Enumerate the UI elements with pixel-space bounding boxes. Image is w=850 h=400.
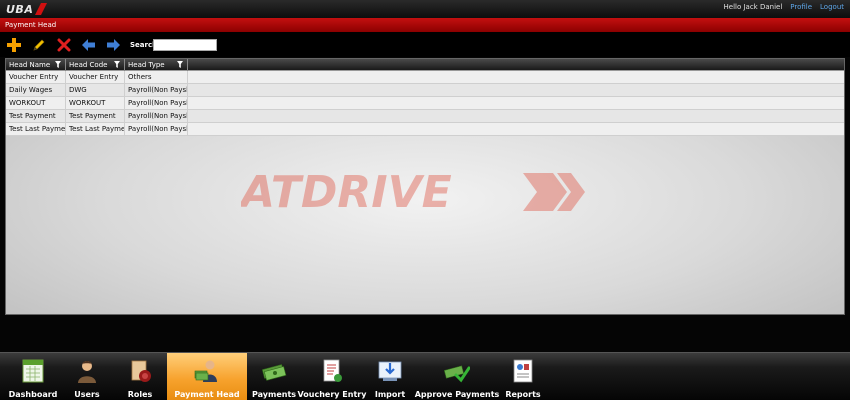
filter-icon[interactable] (55, 61, 61, 68)
dock-label-users: Users (74, 390, 100, 399)
add-icon (7, 38, 21, 52)
logo-text: UBA (6, 2, 34, 16)
dock-label-approve-payments: Approve Payments (414, 390, 500, 399)
payments-icon (261, 364, 287, 381)
edit-button[interactable] (31, 37, 47, 53)
table-row[interactable]: WORKOUT WORKOUT Payroll(Non Payslip) (6, 97, 844, 110)
dock-item-dashboard[interactable]: Dashboard (5, 353, 61, 400)
page-title: Payment Head (5, 21, 57, 29)
dock-item-roles[interactable]: Roles (113, 353, 167, 400)
column-head-name[interactable]: Head Name (6, 59, 66, 71)
table-row[interactable]: Daily Wages DWG Payroll(Non Payslip) (6, 84, 844, 97)
cell-head-name: Test Last Payment (6, 123, 66, 136)
dock-label-dashboard: Dashboard (8, 390, 58, 399)
dock-item-users[interactable]: Users (61, 353, 113, 400)
cell-head-code: DWG (66, 84, 125, 97)
bottom-dock: Dashboard Users Roles Payment Head Payme… (0, 352, 850, 400)
roles-icon (131, 360, 151, 382)
table-row[interactable]: Test Last Payment Test Last Payment Payr… (6, 123, 844, 136)
dock-item-payments[interactable]: Payments (249, 353, 299, 400)
dock-item-approve-payments[interactable]: Approve Payments (415, 353, 499, 400)
dock-label-vouchery-entry: Vouchery Entry (297, 390, 367, 399)
cell-head-type: Payroll(Non Payslip) (125, 84, 188, 97)
cell-head-name: Daily Wages (6, 84, 66, 97)
logout-link[interactable]: Logout (820, 3, 844, 11)
cell-head-type: Payroll(Non Payslip) (125, 123, 188, 136)
table-row[interactable]: Voucher Entry Voucher Entry Others (6, 71, 844, 84)
cell-head-code: WORKOUT (66, 97, 125, 110)
back-arrow-icon (82, 39, 95, 51)
atdrive-watermark: ATDRIVE (241, 167, 585, 217)
dock-item-import[interactable]: Import (365, 353, 415, 400)
greeting-text: Hello Jack Daniel (723, 3, 783, 11)
column-head-type[interactable]: Head Type (125, 59, 188, 71)
top-bar: UBA Hello Jack Daniel Profile Logout (0, 0, 850, 18)
cell-head-name: Test Payment (6, 110, 66, 123)
delete-icon (57, 38, 71, 52)
table-row[interactable]: Test Payment Test Payment Payroll(Non Pa… (6, 110, 844, 123)
cell-head-code: Voucher Entry (66, 71, 125, 84)
cell-head-type: Payroll(Non Payslip) (125, 97, 188, 110)
column-head-code-label: Head Code (69, 61, 108, 69)
search-input[interactable] (153, 39, 217, 51)
dock-item-reports[interactable]: Reports (499, 353, 547, 400)
add-button[interactable] (6, 37, 22, 53)
column-head-type-label: Head Type (128, 61, 165, 69)
page-title-bar: Payment Head (0, 18, 850, 32)
filter-icon[interactable] (114, 61, 120, 68)
toolbar: Search (0, 32, 850, 57)
reports-icon (513, 359, 533, 383)
dock-label-payment-head: Payment Head (174, 390, 240, 399)
user-area: Hello Jack Daniel Profile Logout (724, 3, 845, 11)
payment-head-icon (194, 360, 217, 382)
cell-head-name: Voucher Entry (6, 71, 66, 84)
voucher-entry-icon (323, 359, 342, 382)
forward-arrow-icon (107, 39, 120, 51)
watermark-text: ATDRIVE (241, 167, 452, 217)
column-head-name-label: Head Name (9, 61, 51, 69)
cell-head-type: Payroll(Non Payslip) (125, 110, 188, 123)
dashboard-icon (22, 359, 44, 383)
cell-head-name: WORKOUT (6, 97, 66, 110)
edit-icon (33, 39, 45, 51)
cell-head-code: Test Payment (66, 110, 125, 123)
logo: UBA (6, 0, 48, 18)
dock-label-reports: Reports (505, 390, 541, 399)
dock-item-payment-head[interactable]: Payment Head (167, 353, 247, 400)
forward-button[interactable] (105, 37, 121, 53)
app-window: UBA Hello Jack Daniel Profile Logout Pay… (0, 0, 850, 400)
column-head-code[interactable]: Head Code (66, 59, 125, 71)
logo-mark-icon (35, 3, 48, 15)
dock-label-roles: Roles (127, 390, 153, 399)
import-icon (378, 361, 402, 381)
grid-header: Head Name Head Code Head Type (6, 59, 844, 71)
cell-head-type: Others (125, 71, 188, 84)
back-button[interactable] (81, 37, 97, 53)
content-area: ATDRIVE Head Name Head Code Head Type Vo… (5, 58, 845, 315)
users-icon (78, 361, 96, 383)
dock-item-vouchery-entry[interactable]: Vouchery Entry (297, 353, 367, 400)
approve-payments-icon (444, 365, 470, 383)
dock-label-import: Import (374, 390, 406, 399)
dock-label-payments: Payments (251, 390, 297, 399)
delete-button[interactable] (56, 37, 72, 53)
profile-link[interactable]: Profile (790, 3, 812, 11)
cell-head-code: Test Last Payment (66, 123, 125, 136)
filter-icon[interactable] (177, 61, 183, 68)
